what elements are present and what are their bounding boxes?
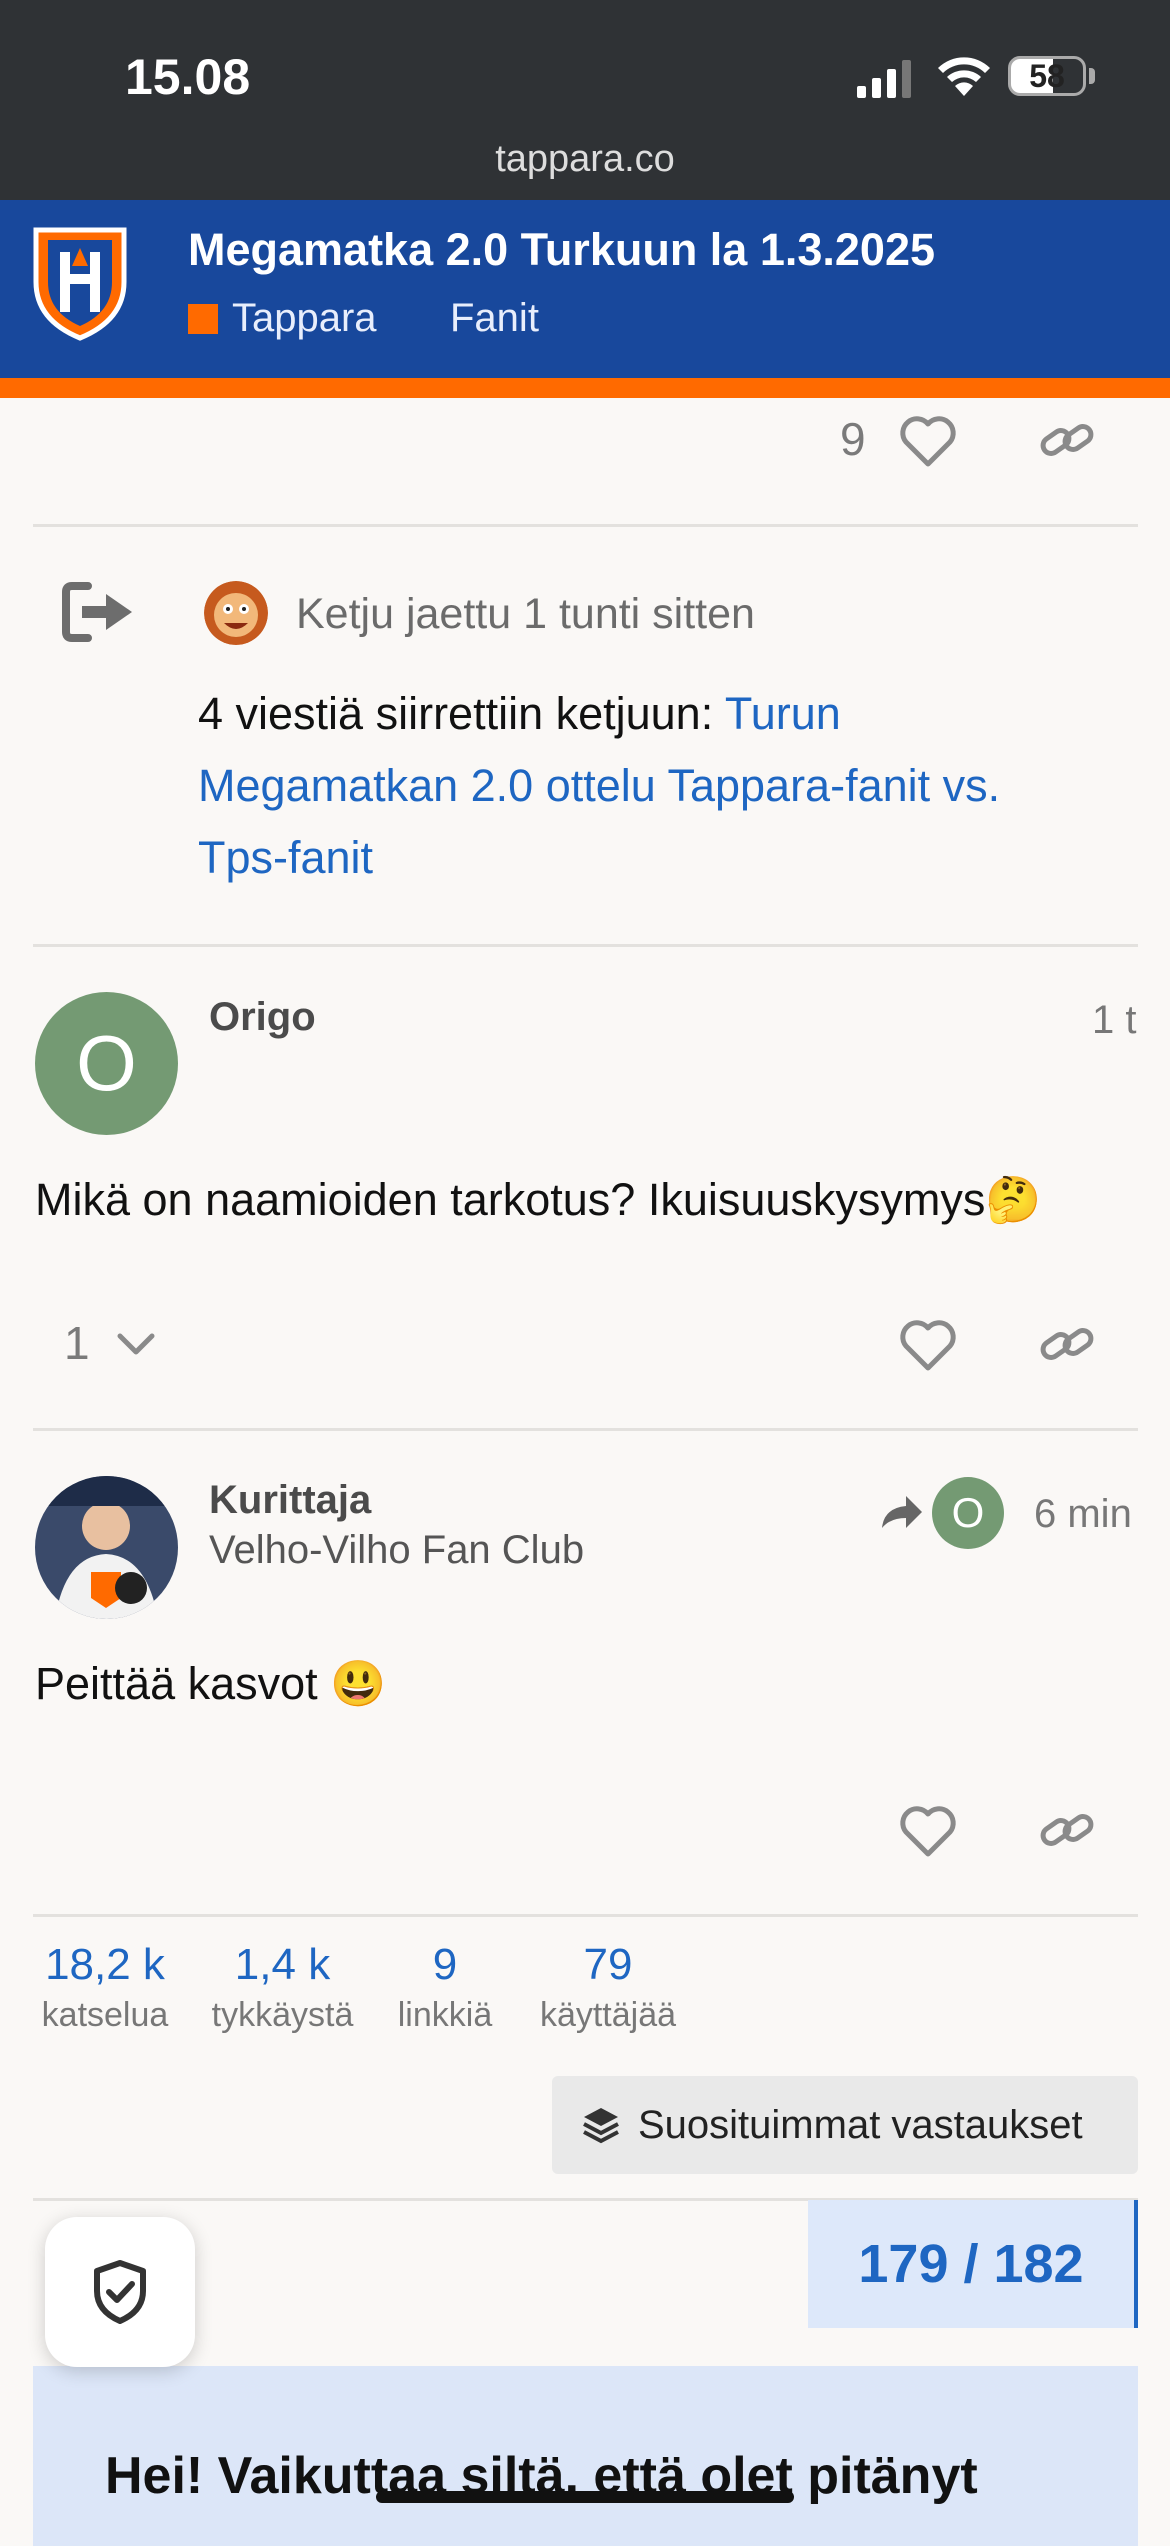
- stat-label: käyttäjää: [539, 1996, 677, 2034]
- split-message: 4 viestiä siirrettiin ketjuun: Turun Meg…: [198, 678, 1098, 894]
- site-header: Megamatka 2.0 Turkuun la 1.3.2025 Tappar…: [0, 200, 1170, 398]
- heart-icon[interactable]: [898, 1804, 958, 1858]
- category-badge[interactable]: Tappara: [188, 296, 377, 341]
- stat-value: 1,4 k: [234, 1940, 331, 1989]
- smile-emoji: 😃: [330, 1658, 387, 1709]
- browser-url[interactable]: tappara.co: [0, 138, 1170, 181]
- username[interactable]: Kurittaja: [209, 1478, 371, 1523]
- cellular-signal-icon: [855, 58, 915, 98]
- stat-value: 9: [432, 1940, 458, 1989]
- status-bar: 15.08 58 tappara.co: [0, 0, 1170, 200]
- link-icon[interactable]: [1038, 1806, 1096, 1856]
- category-label: Tappara: [232, 296, 377, 340]
- top-replies-label: Suosituimmat vastaukset: [638, 2102, 1083, 2147]
- tag-link[interactable]: Fanit: [450, 296, 539, 341]
- stat-value: 18,2 k: [45, 1940, 165, 1989]
- chevron-down-icon[interactable]: [116, 1330, 156, 1358]
- avatar[interactable]: O: [35, 992, 178, 1135]
- post-body: Mikä on naamioiden tarkotus? Ikuisuuskys…: [35, 1164, 1041, 1236]
- post-divider: [33, 524, 1138, 527]
- stat-value: 79: [583, 1940, 633, 1989]
- battery-cap: [1089, 68, 1095, 84]
- stat-links[interactable]: 9 linkkiä: [390, 1940, 500, 2035]
- thinking-emoji: 🤔: [985, 1174, 1042, 1225]
- post-text: Peittää kasvot: [35, 1658, 331, 1709]
- split-meta: Ketju jaettu 1 tunti sitten: [296, 590, 755, 638]
- post-time[interactable]: 1 t: [1092, 998, 1136, 1043]
- system-avatar[interactable]: [204, 581, 268, 645]
- link-icon[interactable]: [1038, 1320, 1096, 1370]
- battery-icon: 58: [1008, 56, 1086, 96]
- split-topic-link[interactable]: Turun: [725, 688, 841, 739]
- user-group[interactable]: Velho-Vilho Fan Club: [209, 1528, 584, 1573]
- split-topic-link-cont[interactable]: Megamatkan 2.0 ottelu Tappara-fanit vs.: [198, 760, 1000, 811]
- topic-title[interactable]: Megamatka 2.0 Turkuun la 1.3.2025: [188, 224, 935, 276]
- home-indicator[interactable]: [376, 2491, 794, 2503]
- heart-icon[interactable]: [898, 1318, 958, 1372]
- privacy-shield-button[interactable]: [45, 2217, 195, 2367]
- category-color-square: [188, 303, 218, 334]
- status-time: 15.08: [125, 49, 251, 105]
- post-text: Mikä on naamioiden tarkotus? Ikuisuuskys…: [35, 1174, 986, 1225]
- replies-count[interactable]: 1: [64, 1316, 90, 1370]
- post-body: Peittää kasvot 😃: [35, 1648, 386, 1720]
- post-divider: [33, 1428, 1138, 1431]
- reply-to-avatar[interactable]: O: [932, 1477, 1004, 1549]
- stat-likes: 1,4 k tykkäystä: [200, 1940, 365, 2035]
- post-divider: [33, 944, 1138, 947]
- post-time[interactable]: 6 min: [1034, 1492, 1132, 1537]
- reply-arrow-icon[interactable]: [878, 1492, 924, 1532]
- post-progress-indicator[interactable]: 179 / 182: [808, 2200, 1138, 2328]
- stat-label: tykkäystä: [211, 1996, 354, 2034]
- split-topic-icon: [62, 580, 136, 644]
- shield-check-icon: [93, 2259, 147, 2325]
- stat-label: linkkiä: [397, 1996, 493, 2034]
- stat-views: 18,2 k katselua: [30, 1940, 180, 2035]
- heart-icon[interactable]: [898, 414, 958, 468]
- wifi-icon: [935, 52, 993, 98]
- layers-icon: [580, 2104, 622, 2146]
- signup-banner: Hei! Vaikuttaa siltä, että olet pitänyt: [33, 2366, 1138, 2546]
- post-divider: [33, 1914, 1138, 1917]
- split-text: 4 viestiä siirrettiin ketjuun:: [198, 688, 725, 739]
- tappara-logo-icon[interactable]: [30, 222, 130, 342]
- stat-users[interactable]: 79 käyttäjää: [528, 1940, 688, 2035]
- avatar[interactable]: [35, 1476, 178, 1619]
- like-count: 9: [840, 413, 866, 465]
- split-topic-link-end[interactable]: Tps-fanit: [198, 832, 373, 883]
- link-icon[interactable]: [1038, 416, 1096, 466]
- username[interactable]: Origo: [209, 995, 316, 1040]
- top-replies-button[interactable]: Suosituimmat vastaukset: [552, 2076, 1138, 2174]
- stat-label: katselua: [41, 1996, 169, 2034]
